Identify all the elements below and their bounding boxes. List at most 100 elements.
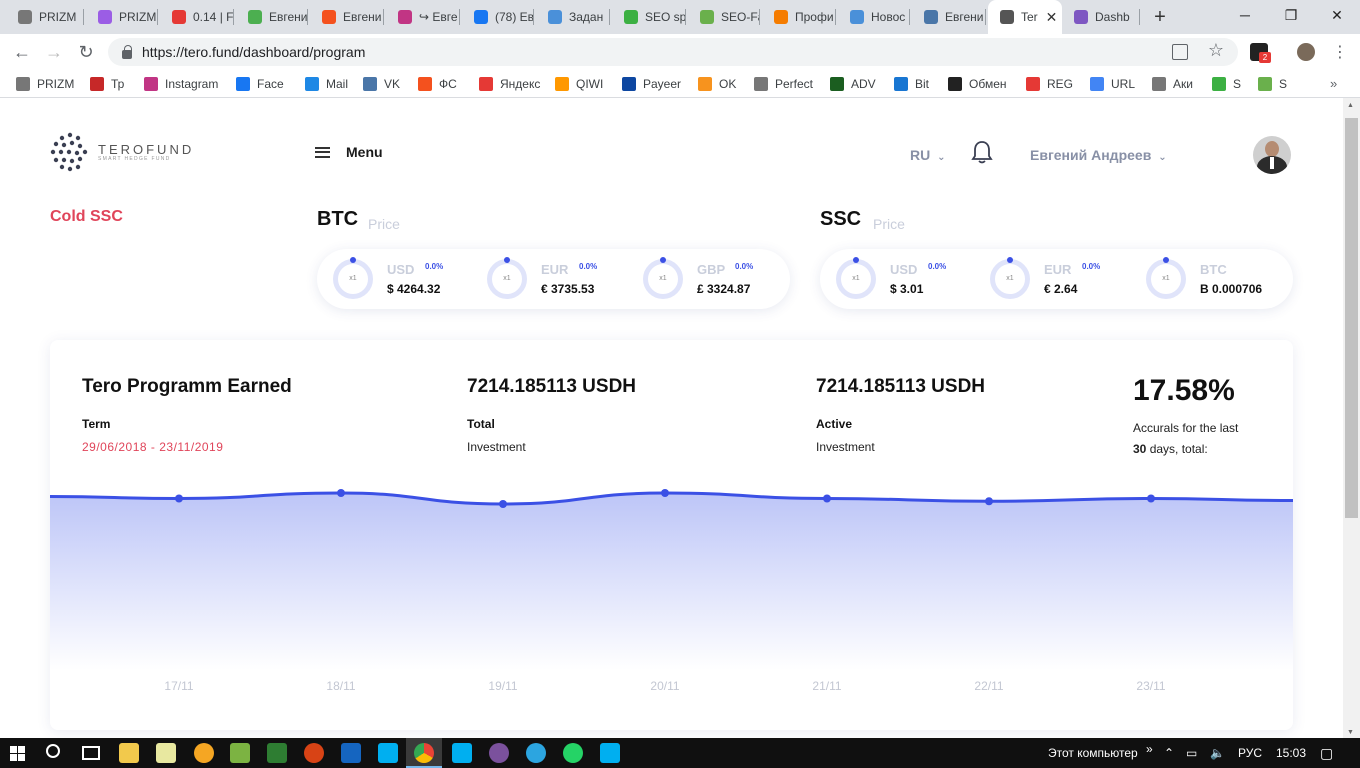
notifications-icon[interactable]: ▢ [1320,738,1333,768]
ssc-rate-btc: x1 BTC B 0.000706 [1130,249,1280,309]
browser-tab[interactable]: PRIZM [6,0,84,34]
whatsapp-icon[interactable] [563,743,583,763]
chart-point[interactable] [1147,494,1155,503]
browser-tab[interactable]: Профи [762,0,836,34]
browser-tab[interactable]: PRIZM [86,0,158,34]
url-input[interactable]: https://tero.fund/dashboard/program ☆ [108,38,1238,66]
forward-button[interactable]: → [40,40,68,64]
bookmark-item[interactable]: Bit [894,70,929,98]
notepad-icon[interactable] [156,743,176,763]
bookmark-item[interactable]: VK [363,70,400,98]
app-icon-darkgreen[interactable] [267,743,287,763]
language-selector[interactable]: RU ⌄ [910,147,946,163]
browser-tab[interactable]: Dashb [1062,0,1140,34]
bookmark-icon [1090,77,1104,91]
bookmark-item[interactable]: Яндекс [479,70,540,98]
chart-point[interactable] [337,489,345,497]
network-icon[interactable]: ▭ [1186,738,1197,768]
more-bookmarks-icon[interactable]: » [1330,76,1337,91]
browser-tab[interactable]: Евгени [310,0,384,34]
tab-close-icon[interactable]: ✕ [1046,9,1058,26]
toolbar-expand-icon[interactable]: » [1146,734,1153,764]
bookmark-item[interactable]: Mail [305,70,348,98]
chrome-icon [414,743,434,763]
minimize-button[interactable]: ─ [1222,0,1268,30]
page-scrollbar[interactable]: ▲ ▼ [1343,98,1360,738]
skype-icon[interactable] [452,743,472,763]
app-icon-orange[interactable] [194,743,214,763]
scroll-thumb[interactable] [1345,118,1358,518]
scroll-down-icon[interactable]: ▼ [1347,729,1354,736]
app-icon-red[interactable] [304,743,324,763]
search-icon[interactable] [46,744,60,758]
browser-tab[interactable]: Задан [536,0,610,34]
cold-ssc-link[interactable]: Cold SSC [50,208,123,226]
browser-tab[interactable]: ↪ Евге [386,0,460,34]
bookmark-item[interactable]: Perfect [754,70,813,98]
scroll-up-icon[interactable]: ▲ [1347,102,1354,109]
bookmark-item[interactable]: Instagram [144,70,218,98]
browser-tab[interactable]: Ter ✕ [988,0,1062,34]
bookmark-item[interactable]: S [1212,70,1241,98]
computer-label[interactable]: Этот компьютер [1048,738,1138,768]
volume-icon[interactable]: 🔈 [1210,738,1225,768]
browser-tab[interactable]: Евгени [236,0,308,34]
bookmark-item[interactable]: QIWI [555,70,603,98]
window-close-button[interactable]: ✕ [1314,0,1360,30]
maximize-button[interactable]: ❐ [1268,0,1314,30]
browser-tab[interactable]: SEO-Fa [688,0,760,34]
bookmark-item[interactable]: URL [1090,70,1135,98]
chart-point[interactable] [985,497,993,506]
tray-arrow-icon[interactable]: ⌃ [1164,738,1174,768]
chart-point[interactable] [661,489,669,497]
bookmark-item[interactable]: Аки [1152,70,1193,98]
browser-tab[interactable]: 0.14 | F [160,0,234,34]
browser-tab[interactable]: (78) Ев [462,0,534,34]
browser-menu-icon[interactable]: ⋮ [1332,42,1348,62]
bookmark-item[interactable]: OK [698,70,736,98]
telegram-icon[interactable] [526,743,546,763]
chart-point[interactable] [823,494,831,503]
tab-favicon-icon [322,10,336,24]
bookmark-icon [1212,77,1226,91]
new-tab-button[interactable]: + [1150,6,1170,28]
task-view-icon[interactable] [82,746,100,760]
bookmark-item[interactable]: PRIZM [16,70,74,98]
windows-start-icon[interactable] [10,746,25,761]
bell-icon[interactable] [971,140,993,164]
bookmark-item[interactable]: S [1258,70,1287,98]
chart-point[interactable] [175,494,183,503]
translate-icon[interactable] [1172,44,1188,60]
bookmark-item[interactable]: ADV [830,70,876,98]
bookmark-item[interactable]: ФС [418,70,457,98]
profile-avatar[interactable] [1297,43,1315,61]
clock[interactable]: 15:03 [1276,738,1306,768]
bookmark-star-icon[interactable]: ☆ [1208,40,1224,61]
ssc-title: SSC [820,208,862,230]
browser-tab[interactable]: Новос [838,0,910,34]
skype-icon[interactable] [378,743,398,763]
reload-button[interactable]: ↻ [72,40,100,64]
extension-icon[interactable]: 2 [1250,43,1271,63]
bookmark-item[interactable]: Face [236,70,284,98]
viber-icon[interactable] [489,743,509,763]
chart-point[interactable] [499,500,507,508]
back-button[interactable]: ← [8,40,36,64]
bookmark-item[interactable]: Тр [90,70,124,98]
menu-button[interactable]: Menu [315,144,383,160]
user-avatar[interactable] [1253,136,1291,174]
input-language[interactable]: РУС [1238,738,1262,768]
bookmark-item[interactable]: Обмен [948,70,1007,98]
file-explorer-icon[interactable] [119,743,139,763]
app-icon-green[interactable] [230,743,250,763]
terofund-logo[interactable]: TEROFUND SMART HEDGE FUND [50,132,194,172]
rate-multiplier: x1 [852,275,860,282]
app-icon-blue[interactable] [341,743,361,763]
browser-tab[interactable]: Евгени [912,0,986,34]
bookmark-item[interactable]: REG [1026,70,1073,98]
chrome-taskbar-button[interactable] [406,738,442,768]
user-menu[interactable]: Евгений Андреев ⌄ [1030,147,1167,163]
browser-tab[interactable]: SEO sp [612,0,686,34]
skype-icon[interactable] [600,743,620,763]
bookmark-item[interactable]: Payeer [622,70,681,98]
